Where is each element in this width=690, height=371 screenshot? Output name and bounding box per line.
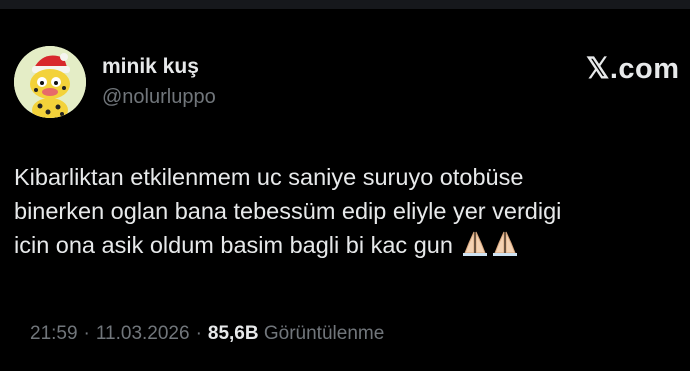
- x-logo-icon: 𝕏: [586, 53, 610, 85]
- meta-separator: ·: [195, 323, 202, 344]
- tweet-text: Kibarliktan etkilenmem uc saniye suruyo …: [14, 160, 680, 266]
- tweet-date[interactable]: 11.03.2026: [96, 323, 190, 344]
- folded-hands-icon: [461, 229, 489, 266]
- tweet-meta: 21:59 · 11.03.2026 · 85,6B Görüntülenme: [30, 323, 384, 345]
- brand-suffix: .com: [609, 53, 680, 85]
- tweet-line-last: icin ona asik oldum basim bagli bi kac g…: [14, 228, 680, 266]
- folded-hands-icon: [491, 229, 519, 266]
- views-label: Görüntülenme: [263, 323, 385, 344]
- tweet-line: Kibarliktan etkilenmem uc saniye suruyo …: [14, 164, 524, 190]
- author-display-name[interactable]: minik kuş: [102, 55, 199, 79]
- top-bar: [0, 0, 690, 9]
- views-count[interactable]: 85,6B: [208, 323, 259, 344]
- author-handle[interactable]: @nolurluppo: [102, 86, 216, 109]
- tweet-time[interactable]: 21:59: [30, 323, 78, 344]
- meta-separator: ·: [83, 323, 90, 344]
- avatar-image: [14, 46, 86, 118]
- avatar[interactable]: [14, 46, 86, 118]
- tweet-line: binerken oglan bana tebessüm edip eliyle…: [14, 198, 562, 224]
- brand-link[interactable]: 𝕏.com: [586, 51, 680, 86]
- tweet-line-text: icin ona asik oldum basim bagli bi kac g…: [14, 232, 453, 258]
